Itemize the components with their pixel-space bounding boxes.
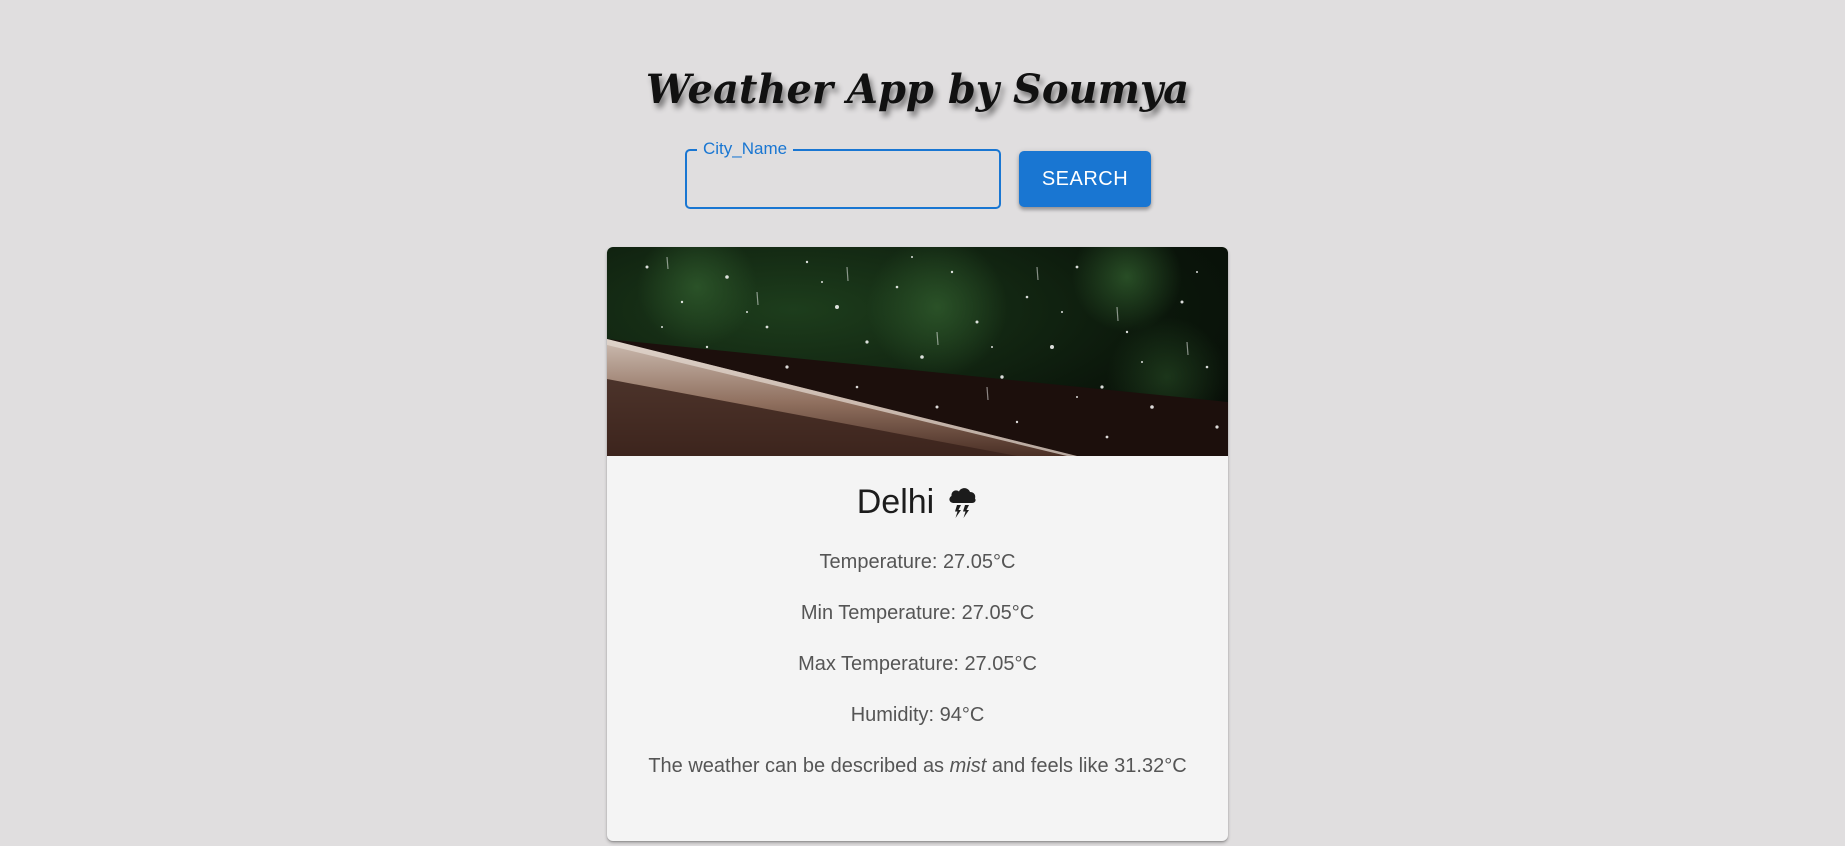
temperature-value: 27.05°C <box>942 551 1016 573</box>
city-name: Delhi <box>856 482 935 521</box>
city-name-input[interactable] <box>687 151 999 207</box>
feels-like-value: 31.32°C <box>1114 755 1187 777</box>
min-temperature-text: Min Temperature: 27.05°C <box>607 601 1228 625</box>
weather-card: Delhi Temperature: 27.05°C Min Temperatu… <box>607 247 1228 841</box>
city-heading: Delhi <box>607 480 1228 524</box>
search-button[interactable]: SEARCH <box>1019 151 1151 207</box>
description-prefix: The weather can be described as <box>648 755 950 777</box>
humidity-value: 94°C <box>939 704 985 726</box>
app-title: Weather App by Soumya <box>645 66 1190 113</box>
rain-image-art <box>607 247 1228 456</box>
description-mid: and feels like <box>986 755 1115 777</box>
min-temperature-label: Min Temperature: <box>800 602 962 624</box>
search-form: City_Name SEARCH <box>685 139 1151 210</box>
humidity-text: Humidity: 94°C <box>607 703 1228 727</box>
thunderstorm-cloud-icon <box>946 485 978 519</box>
weather-details: Delhi Temperature: 27.05°C Min Temperatu… <box>607 480 1228 778</box>
humidity-label: Humidity: <box>850 704 940 726</box>
max-temperature-value: 27.05°C <box>964 653 1037 675</box>
temperature-text: Temperature: 27.05°C <box>607 550 1228 574</box>
min-temperature-value: 27.05°C <box>961 602 1035 624</box>
temperature-label: Temperature: <box>819 551 943 573</box>
rain-image <box>607 247 1228 456</box>
max-temperature-label: Max Temperature: <box>798 653 965 675</box>
max-temperature-text: Max Temperature: 27.05°C <box>607 652 1228 676</box>
weather-description: The weather can be described as mist and… <box>607 754 1228 778</box>
city-name-field[interactable]: City_Name <box>685 139 1001 209</box>
description-value: mist <box>949 755 987 777</box>
